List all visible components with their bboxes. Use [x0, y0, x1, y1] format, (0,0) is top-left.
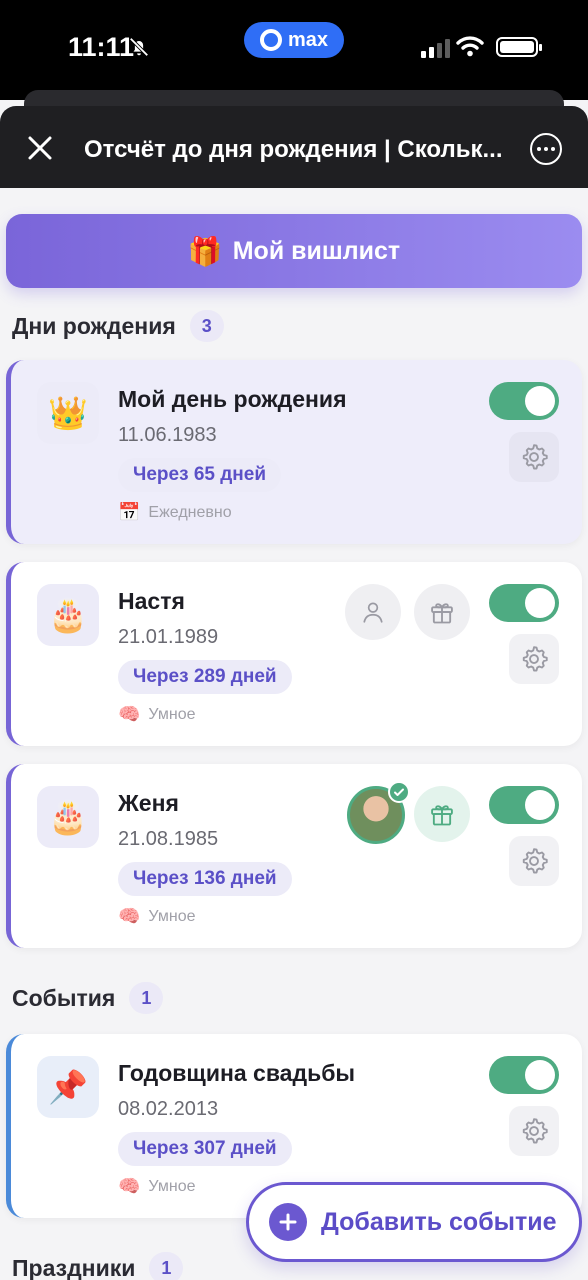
- reminder-toggle[interactable]: [489, 584, 559, 622]
- section-events: События 1: [12, 982, 164, 1014]
- countdown-badge: Через 136 дней: [118, 862, 292, 896]
- event-card-my-birthday[interactable]: 👑 Мой день рождения 11.06.1983 Через 65 …: [6, 360, 582, 544]
- check-icon: [388, 781, 410, 803]
- reminder-toggle[interactable]: [489, 786, 559, 824]
- countdown-badge: Через 289 дней: [118, 660, 292, 694]
- gift-emoji-icon: 🎁: [187, 235, 223, 267]
- reminder-toggle[interactable]: [489, 382, 559, 420]
- mini-app-header: Отсчёт до дня рождения | Скольк...: [0, 106, 588, 188]
- max-logo-icon: [259, 29, 282, 51]
- settings-button[interactable]: [509, 634, 559, 684]
- event-name: Женя: [118, 790, 179, 816]
- event-date: 21.08.1985: [118, 828, 219, 850]
- reminder-mode: 🧠 Умное: [118, 906, 196, 927]
- reminder-mode: 🧠 Умное: [118, 704, 196, 725]
- app-badge: max: [244, 22, 344, 58]
- section-count: 1: [129, 982, 164, 1014]
- wishlist-button-label: Мой вишлист: [232, 236, 401, 265]
- reminder-toggle[interactable]: [489, 1056, 559, 1094]
- brain-icon: 🧠: [118, 1176, 141, 1196]
- main-content: 🎁 Мой вишлист Дни рождения 3 👑 Мой день …: [0, 188, 588, 1280]
- event-date: 08.02.2013: [118, 1098, 219, 1120]
- gear-icon: [522, 848, 548, 874]
- more-options-icon[interactable]: [530, 133, 562, 165]
- page-title: Отсчёт до дня рождения | Скольк...: [84, 136, 503, 163]
- gear-icon: [522, 1118, 548, 1144]
- gift-icon: [431, 805, 453, 826]
- reminder-mode: 🧠 Умное: [118, 1176, 196, 1197]
- brain-icon: 🧠: [118, 704, 141, 724]
- app-badge-label: max: [287, 28, 329, 51]
- countdown-badge: Через 307 дней: [118, 1132, 292, 1166]
- person-icon: [363, 602, 383, 623]
- settings-button[interactable]: [509, 836, 559, 886]
- reminder-mode: 📅 Ежедневно: [118, 502, 232, 523]
- wishlist-button[interactable]: 🎁 Мой вишлист: [6, 214, 582, 288]
- settings-button[interactable]: [509, 1106, 559, 1156]
- settings-button[interactable]: [509, 432, 559, 482]
- section-birthdays: Дни рождения 3: [12, 310, 224, 342]
- status-bar: 11:11 max: [0, 0, 588, 100]
- section-title: Праздники: [12, 1254, 136, 1280]
- battery-icon: [496, 37, 542, 57]
- signal-icon: [421, 38, 450, 58]
- contact-avatar-photo[interactable]: [347, 781, 410, 844]
- gear-icon: [522, 444, 548, 470]
- wifi-icon: [456, 36, 484, 57]
- event-name: Годовщина свадьбы: [118, 1060, 356, 1086]
- event-name: Мой день рождения: [118, 386, 347, 412]
- brain-icon: 🧠: [118, 906, 141, 926]
- calendar-icon: 📅: [118, 502, 141, 522]
- crown-icon: 👑: [37, 382, 99, 444]
- event-name: Настя: [118, 588, 185, 614]
- wishlist-gift-button[interactable]: [414, 584, 470, 640]
- section-title: Дни рождения: [12, 312, 176, 339]
- event-date: 21.01.1989: [118, 626, 219, 648]
- section-holidays: Праздники 1: [12, 1252, 184, 1280]
- plus-icon: [269, 1203, 307, 1241]
- gift-icon: [431, 603, 453, 624]
- section-count: 3: [189, 310, 224, 342]
- bell-muted-icon: [129, 37, 149, 57]
- countdown-badge: Через 65 дней: [118, 458, 282, 492]
- event-card-zhenya[interactable]: 🎂 Женя 21.08.1985 Через 136 дней 🧠 Умное: [6, 764, 582, 948]
- event-date: 11.06.1983: [118, 424, 217, 446]
- cake-icon: 🎂: [37, 786, 99, 848]
- status-time: 11:11: [68, 32, 135, 62]
- close-icon[interactable]: [26, 134, 54, 162]
- pushpin-icon: 📌: [37, 1056, 99, 1118]
- event-card-nastya[interactable]: 🎂 Настя 21.01.1989 Через 289 дней 🧠 Умное: [6, 562, 582, 746]
- gear-icon: [522, 646, 548, 672]
- section-count: 1: [149, 1252, 184, 1280]
- reminder-mode-label: Умное: [148, 705, 196, 723]
- reminder-mode-label: Ежедневно: [148, 503, 232, 521]
- section-title: События: [12, 984, 116, 1011]
- reminder-mode-label: Умное: [148, 907, 196, 925]
- cake-icon: 🎂: [37, 584, 99, 646]
- reminder-mode-label: Умное: [148, 1177, 196, 1195]
- add-event-button[interactable]: Добавить событие: [246, 1182, 582, 1262]
- link-contact-button[interactable]: [345, 584, 401, 640]
- wishlist-gift-button[interactable]: [414, 786, 470, 842]
- add-event-label: Добавить событие: [321, 1207, 557, 1236]
